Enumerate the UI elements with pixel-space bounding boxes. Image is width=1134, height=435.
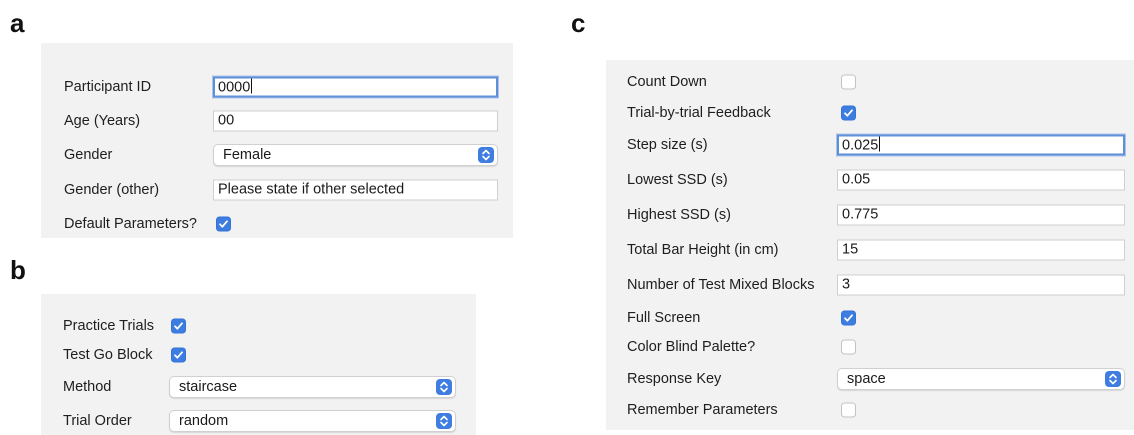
participant-id-value: 0000 bbox=[218, 79, 251, 96]
response-key-select[interactable]: space bbox=[837, 368, 1125, 390]
trial-order-select-value: random bbox=[179, 413, 229, 429]
select-arrows-icon bbox=[436, 379, 452, 395]
panel-letter-b: b bbox=[10, 255, 26, 285]
step-size-input[interactable]: 0.025 bbox=[837, 134, 1125, 156]
select-arrows-icon bbox=[1105, 371, 1121, 387]
panel-letter-a: a bbox=[10, 8, 25, 38]
trial-settings-panel: Practice Trials Test Go Block Method sta… bbox=[41, 294, 476, 435]
count-down-checkbox[interactable] bbox=[841, 74, 856, 90]
practice-trials-checkbox[interactable] bbox=[171, 318, 186, 334]
gender-select[interactable]: Female bbox=[213, 144, 498, 166]
bar-height-input[interactable]: 15 bbox=[837, 239, 1125, 261]
highest-ssd-row: Highest SSD (s) 0.775 bbox=[606, 202, 1134, 228]
bar-height-row: Total Bar Height (in cm) 15 bbox=[606, 237, 1134, 263]
gender-other-label: Gender (other) bbox=[64, 182, 160, 198]
mixed-blocks-input[interactable]: 3 bbox=[837, 274, 1125, 296]
trial-order-select[interactable]: random bbox=[169, 410, 456, 432]
checkmark-icon bbox=[219, 220, 228, 228]
count-down-row: Count Down bbox=[606, 69, 1134, 95]
practice-trials-row: Practice Trials bbox=[41, 313, 476, 339]
step-size-value: 0.025 bbox=[842, 137, 879, 154]
count-down-label: Count Down bbox=[627, 74, 707, 90]
gender-label: Gender bbox=[64, 147, 113, 163]
trial-feedback-label: Trial-by-trial Feedback bbox=[627, 105, 771, 121]
highest-ssd-label: Highest SSD (s) bbox=[627, 207, 731, 223]
age-input[interactable]: 00 bbox=[213, 110, 498, 132]
checkmark-icon bbox=[174, 322, 183, 330]
test-go-block-row: Test Go Block bbox=[41, 342, 476, 368]
mixed-blocks-row: Number of Test Mixed Blocks 3 bbox=[606, 272, 1134, 298]
step-size-row: Step size (s) 0.025 bbox=[606, 132, 1134, 158]
full-screen-label: Full Screen bbox=[627, 310, 701, 326]
experiment-parameters-panel: Count Down Trial-by-trial Feedback Step … bbox=[606, 60, 1134, 430]
text-caret bbox=[879, 136, 881, 152]
text-caret bbox=[251, 78, 253, 94]
default-parameters-row: Default Parameters? bbox=[41, 211, 513, 237]
participant-id-row: Participant ID 0000 bbox=[41, 74, 513, 100]
highest-ssd-input[interactable]: 0.775 bbox=[837, 204, 1125, 226]
full-screen-row: Full Screen bbox=[606, 305, 1134, 331]
trial-order-label: Trial Order bbox=[63, 413, 132, 429]
remember-parameters-row: Remember Parameters bbox=[606, 397, 1134, 423]
color-blind-label: Color Blind Palette? bbox=[627, 339, 756, 355]
checkmark-icon bbox=[844, 314, 853, 322]
mixed-blocks-label: Number of Test Mixed Blocks bbox=[627, 277, 815, 293]
trial-order-row: Trial Order random bbox=[41, 408, 476, 434]
lowest-ssd-input[interactable]: 0.05 bbox=[837, 169, 1125, 191]
gender-other-row: Gender (other) Please state if other sel… bbox=[41, 177, 513, 203]
age-row: Age (Years) 00 bbox=[41, 108, 513, 134]
trial-feedback-checkbox[interactable] bbox=[841, 105, 856, 121]
practice-trials-label: Practice Trials bbox=[63, 318, 155, 334]
method-row: Method staircase bbox=[41, 374, 476, 400]
response-key-select-value: space bbox=[847, 371, 886, 387]
method-select-value: staircase bbox=[179, 379, 238, 395]
lowest-ssd-row: Lowest SSD (s) 0.05 bbox=[606, 167, 1134, 193]
gender-select-value: Female bbox=[223, 147, 272, 163]
color-blind-checkbox[interactable] bbox=[841, 339, 856, 355]
checkmark-icon bbox=[174, 351, 183, 359]
default-parameters-checkbox[interactable] bbox=[216, 216, 231, 232]
lowest-ssd-label: Lowest SSD (s) bbox=[627, 172, 728, 188]
select-arrows-icon bbox=[478, 147, 494, 163]
trial-feedback-row: Trial-by-trial Feedback bbox=[606, 100, 1134, 126]
default-parameters-label: Default Parameters? bbox=[64, 216, 197, 232]
response-key-row: Response Key space bbox=[606, 366, 1134, 392]
participant-id-label: Participant ID bbox=[64, 79, 152, 95]
gender-row: Gender Female bbox=[41, 142, 513, 168]
panel-letter-c: c bbox=[571, 8, 586, 38]
test-go-block-checkbox[interactable] bbox=[171, 347, 186, 363]
color-blind-row: Color Blind Palette? bbox=[606, 334, 1134, 360]
bar-height-label: Total Bar Height (in cm) bbox=[627, 242, 779, 258]
method-label: Method bbox=[63, 379, 112, 395]
remember-parameters-checkbox[interactable] bbox=[841, 402, 856, 418]
gender-other-input[interactable]: Please state if other selected bbox=[213, 179, 498, 201]
participant-panel: Participant ID 0000 Age (Years) 00 Gende… bbox=[41, 43, 513, 238]
response-key-label: Response Key bbox=[627, 371, 722, 387]
age-label: Age (Years) bbox=[64, 113, 141, 129]
step-size-label: Step size (s) bbox=[627, 137, 708, 153]
participant-id-input[interactable]: 0000 bbox=[213, 76, 498, 98]
method-select[interactable]: staircase bbox=[169, 376, 456, 398]
select-arrows-icon bbox=[436, 413, 452, 429]
test-go-block-label: Test Go Block bbox=[63, 347, 153, 363]
remember-parameters-label: Remember Parameters bbox=[627, 402, 778, 418]
checkmark-icon bbox=[844, 109, 853, 117]
full-screen-checkbox[interactable] bbox=[841, 310, 856, 326]
